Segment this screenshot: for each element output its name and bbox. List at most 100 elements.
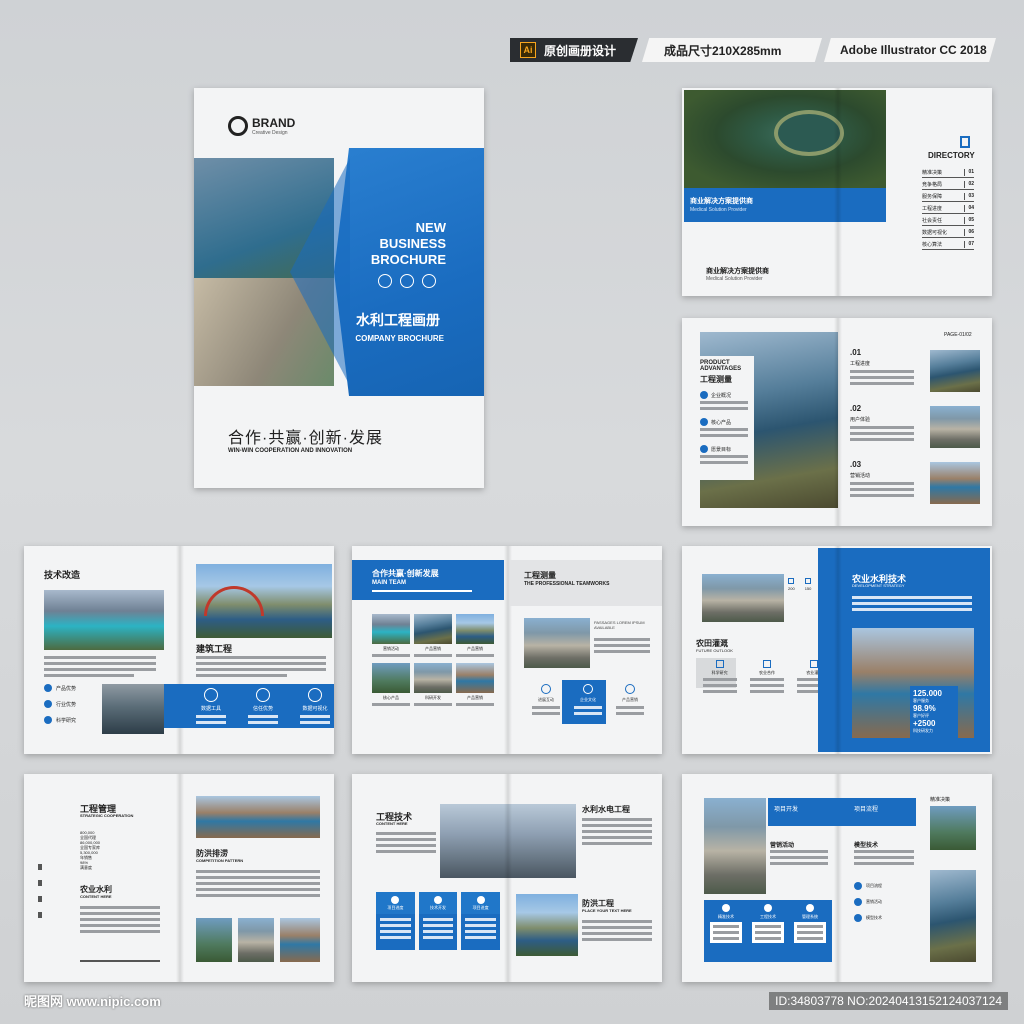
team-icon-label: 企业文化 xyxy=(580,697,596,702)
stat-label: 科技研发力 xyxy=(913,728,933,733)
image-id: ID:34803778 NO:20240413152124037124 xyxy=(769,992,1008,1010)
adv-item-label: 企业概况 xyxy=(711,392,732,399)
grid-cell: 科研开发 xyxy=(414,663,452,706)
agri-icon-label: 农业合作 xyxy=(758,670,775,675)
brand-name: BRAND xyxy=(252,116,296,130)
toc-item[interactable]: 服务保障 03 xyxy=(922,190,974,202)
page-number: PAGE-01/02 xyxy=(944,332,972,338)
band-sub: Medical Solution Provider xyxy=(690,207,747,213)
bullet-icon xyxy=(44,716,52,724)
toc-item-label: 社会责任 xyxy=(922,218,943,224)
section-header: 精准决策 xyxy=(930,797,951,803)
waves-photo xyxy=(102,684,164,734)
advantages-panel: PRODUCT ADVANTAGES 工程测量 企业概况 核心产品 愿景目标 xyxy=(696,356,754,480)
thumb-photo xyxy=(196,918,232,962)
side-item: 模型技术 xyxy=(854,914,882,922)
project-tab: 精准技术 xyxy=(708,904,744,943)
text-block xyxy=(80,906,160,933)
cover-slogan-en: WIN-WIN COOPERATION AND INNOVATION xyxy=(228,448,353,454)
badge-label: 成品尺寸210X285mm xyxy=(664,43,782,58)
badge-original-design: Ai 原创画册设计 xyxy=(510,38,638,62)
toc-item-num: 04 xyxy=(964,205,974,212)
dam-photo xyxy=(702,574,784,622)
section-photo xyxy=(930,350,980,392)
cover-cn-title: 水利工程画册 xyxy=(356,312,440,328)
toc-item[interactable]: 核心算法 07 xyxy=(922,238,974,250)
agri-title-en: DEVELOPMENT STRATEGY xyxy=(852,583,905,588)
ag-en: CONTENT HERE xyxy=(80,894,112,899)
circle-icon xyxy=(400,274,414,288)
cover-icons xyxy=(378,274,436,288)
toc-list: 精准决策 01 竞争格局 02 服务保障 03 工程进度 04 社会责任 05 数据可视化 06 核心算… xyxy=(922,166,974,250)
adv-item-label: 愿景目标 xyxy=(711,446,732,453)
bullet-icon xyxy=(854,898,862,906)
bullet-icon xyxy=(854,914,862,922)
agri-icon-item: 科学研究 xyxy=(700,660,740,693)
toc-item-num: 07 xyxy=(964,241,974,248)
tech-tab: 项目进度 xyxy=(461,892,501,950)
agri-icon-label: 科学研究 xyxy=(711,670,728,675)
bullet-icon xyxy=(44,684,52,692)
band-title: 商业解决方案提供商 xyxy=(690,198,753,205)
toc-item[interactable]: 精准决策 01 xyxy=(922,166,974,178)
project-tab: 工程技术 xyxy=(750,904,786,943)
badge-label: Adobe Illustrator CC 2018 xyxy=(840,43,987,57)
text-block xyxy=(44,656,156,677)
section-photo xyxy=(930,462,980,504)
bullet-icon xyxy=(44,700,52,708)
feature-icon xyxy=(204,688,218,702)
band-en: MAIN TEAM xyxy=(372,580,406,586)
adv-item: 愿景目标 xyxy=(700,445,754,464)
side-item-label: 产品优势 xyxy=(56,685,77,692)
spread-project: 项目开发 营销活动 精准技术 工程技术 管理系统 项目流程 精准决策 模型技术 项目… xyxy=(682,774,992,982)
tab-label: 技术开发 xyxy=(430,904,446,910)
bullet-icon xyxy=(700,391,708,399)
grid-label: 核心产品 xyxy=(383,695,399,700)
side-markers xyxy=(38,864,42,918)
tab-label: 项目进度 xyxy=(387,904,404,910)
team-band: 合作共赢·创新发展 MAIN TEAM xyxy=(352,560,504,600)
small-stat: 150 xyxy=(805,578,811,591)
spread-agri: 20015020 农田灌溉 FUTURE OUTLOOK 科学研究农业合作农业灌… xyxy=(682,546,992,754)
text-block xyxy=(594,638,650,653)
mgmt-title-en: STRATEGIC COOPERATION xyxy=(80,813,134,818)
cover-en-sub: COMPANY BROCHURE xyxy=(355,334,444,343)
team-icon-label: 产品营销 xyxy=(622,697,638,702)
spread-tech: 技术改造 产品优势 行业优势 科学研究 建筑工程 数据工具 信任优势 数据可视化 xyxy=(24,546,334,754)
toc-sub2: Medical Solution Provider xyxy=(706,276,763,282)
spread-team: 合作共赢·创新发展 MAIN TEAM 营销活动 产品营销 产品营销 核心产品 科研开发… xyxy=(352,546,662,754)
product-section: .02 用户体验 xyxy=(850,404,980,460)
side-item: 行业优势 xyxy=(44,700,76,708)
feature-label: 数据可视化 xyxy=(302,706,328,712)
feature-icon xyxy=(256,688,270,702)
grid-label: 产品营销 xyxy=(467,646,483,651)
toc-item[interactable]: 社会责任 05 xyxy=(922,214,974,226)
toc-item[interactable]: 工程进度 04 xyxy=(922,202,974,214)
thumb-photo xyxy=(280,918,320,962)
project-tab-icon xyxy=(764,904,772,912)
forest-photo xyxy=(684,90,886,188)
lake-photo xyxy=(44,590,164,650)
illustrator-icon: Ai xyxy=(520,42,536,58)
product-sections: .01 工程进度 .02 用户体验 .03 营销活动 xyxy=(850,348,980,516)
product-section: .03 营销活动 xyxy=(850,460,980,516)
side-item-label: 模型技术 xyxy=(866,915,882,920)
toc-title2: 商业解决方案提供商 xyxy=(706,268,769,275)
toc-item[interactable]: 竞争格局 02 xyxy=(922,178,974,190)
side-item: 项目流程 xyxy=(854,882,882,890)
grid-cell: 产品营销 xyxy=(456,663,494,706)
tag-label: 项目流程 xyxy=(854,807,879,813)
band-cn: 合作共赢·创新发展 xyxy=(372,569,439,578)
team-icon-item: 产品营销 xyxy=(612,684,648,715)
team-icon-item: 进展互动 xyxy=(528,684,564,715)
toc-item-num: 02 xyxy=(964,181,974,188)
adv-item: 企业概况 xyxy=(700,391,754,410)
brand-q-icon xyxy=(228,116,248,136)
side-item: 产品优势 xyxy=(44,684,76,692)
team-header: 工程测量 THE PROFESSIONAL TEAMWORKS xyxy=(510,560,662,606)
feature-label: 信任优势 xyxy=(252,706,273,712)
section-title: 营销活动 xyxy=(770,843,795,849)
text-block xyxy=(582,920,652,941)
toc-item[interactable]: 数据可视化 06 xyxy=(922,226,974,238)
tab-icon xyxy=(434,895,442,904)
